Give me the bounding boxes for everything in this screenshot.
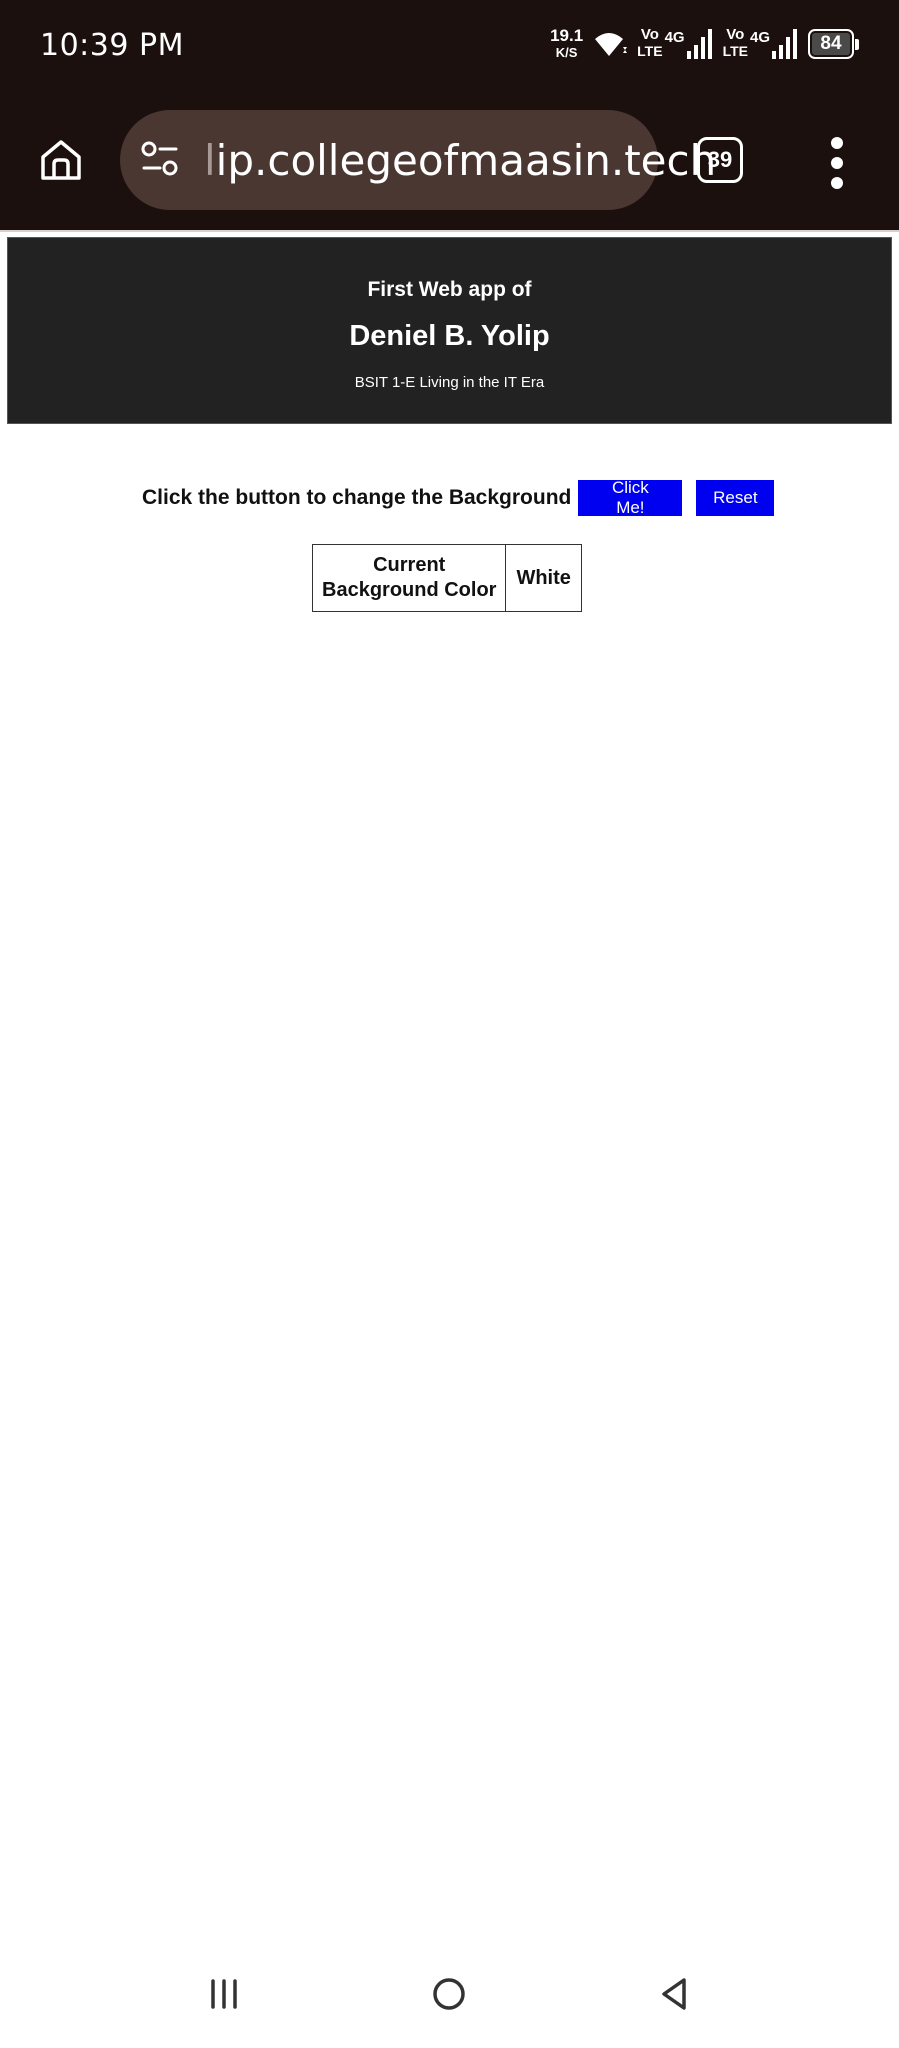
battery-icon: 84	[808, 29, 859, 59]
back-icon[interactable]	[656, 1976, 692, 2012]
network-speed: 19.1 K/S	[550, 27, 583, 61]
sim2-indicator: Vo LTE 4G	[723, 27, 798, 61]
table-label-line1: Current	[373, 554, 446, 576]
sim1-volte-top: Vo	[640, 26, 659, 43]
sim2-network-gen: 4G	[749, 29, 770, 46]
background-color-table: Current Background Color White	[311, 544, 582, 612]
home-icon[interactable]	[38, 137, 84, 183]
page-header: First Web app of Deniel B. Yolip BSIT 1-…	[7, 237, 892, 424]
system-nav-bar	[0, 1950, 899, 2048]
table-label-cell: Current Background Color	[311, 544, 507, 612]
url-dim-prefix: l	[204, 136, 216, 185]
background-controls: Click the button to change the Backgroun…	[142, 478, 775, 517]
instruction-text: Click the button to change the Backgroun…	[142, 486, 572, 509]
wifi-icon	[595, 33, 628, 56]
click-me-button[interactable]: Click Me!	[578, 478, 683, 517]
sim2-volte-top: Vo	[726, 26, 745, 43]
signal-icon	[686, 29, 712, 59]
header-pretitle: First Web app of	[367, 278, 532, 301]
url-text[interactable]: lip.collegeofmaasin.tech	[204, 136, 716, 185]
reset-button[interactable]: Reset	[696, 480, 775, 516]
header-name: Deniel B. Yolip	[349, 320, 550, 352]
home-circle-icon[interactable]	[431, 1976, 467, 2012]
recent-apps-icon[interactable]	[206, 1976, 242, 2012]
sim1-network-gen: 4G	[664, 29, 685, 46]
network-speed-unit: K/S	[555, 45, 578, 60]
header-subtitle: BSIT 1-E Living in the IT Era	[354, 374, 545, 391]
sim1-indicator: Vo LTE 4G	[637, 27, 712, 61]
current-color-value: White	[505, 544, 582, 612]
status-bar: 10:39 PM 19.1 K/S Vo LTE 4G Vo LTE 4G 84	[0, 0, 899, 95]
browser-toolbar: lip.collegeofmaasin.tech 39	[0, 95, 899, 230]
url-main: ip.collegeofmaasin.tech	[215, 136, 717, 185]
table-row: Current Background Color White	[311, 544, 582, 612]
status-time: 10:39 PM	[40, 28, 184, 63]
url-bar[interactable]: lip.collegeofmaasin.tech	[120, 110, 716, 210]
table-label-line2: Background Color	[322, 579, 497, 601]
network-speed-value: 19.1	[550, 26, 584, 45]
sim2-volte-bottom: LTE	[722, 43, 748, 59]
more-vertical-icon[interactable]	[822, 135, 852, 191]
battery-level: 84	[812, 33, 850, 55]
signal-icon	[772, 29, 797, 59]
status-indicators: 19.1 K/S Vo LTE 4G Vo LTE 4G 84	[550, 24, 859, 64]
site-settings-icon[interactable]	[140, 140, 180, 180]
sim1-volte-bottom: LTE	[637, 43, 663, 59]
tab-switcher-icon[interactable]: 39	[697, 137, 743, 183]
tab-count: 39	[707, 147, 733, 172]
toolbar-divider	[0, 230, 899, 232]
